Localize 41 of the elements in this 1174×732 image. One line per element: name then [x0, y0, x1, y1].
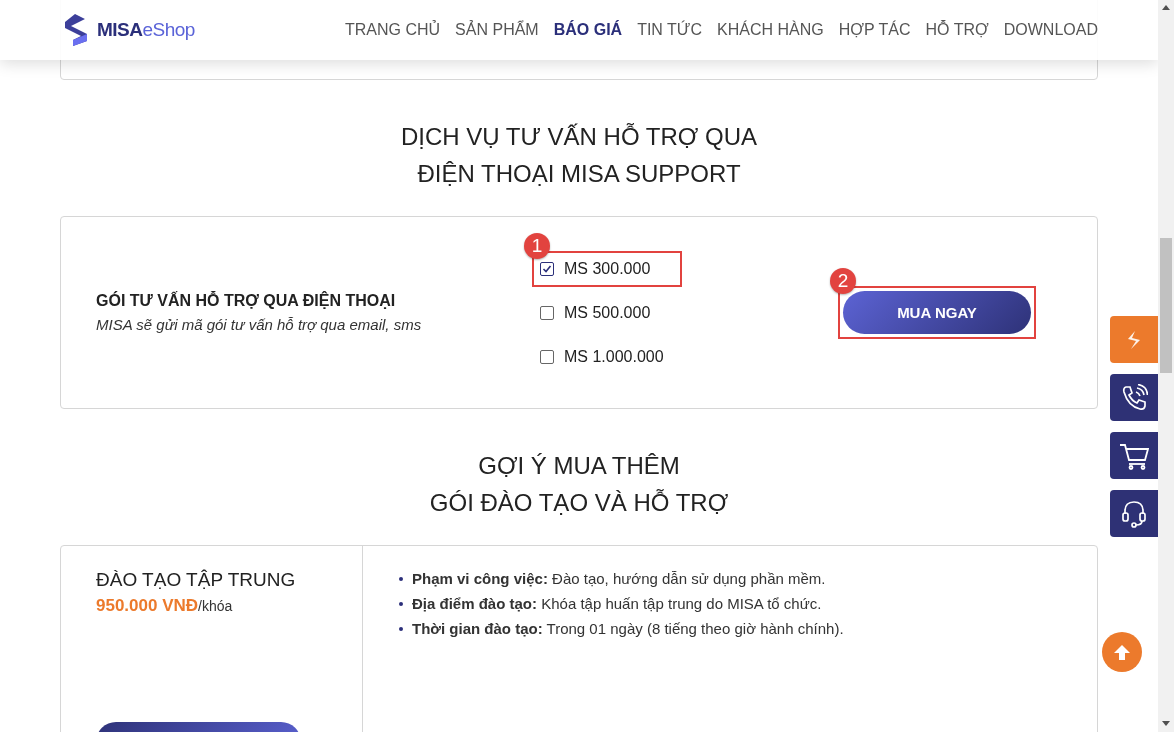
nav-link[interactable]: TRANG CHỦ [345, 21, 441, 39]
support-button[interactable] [1110, 490, 1158, 537]
nav-link[interactable]: TIN TỨC [637, 21, 703, 39]
cart-button[interactable] [1110, 432, 1158, 479]
detail-text: Phạm vi công việc: Đào tạo, hướng dẫn sử dụng phần mềm. [412, 569, 826, 589]
option-label[interactable]: MS 1.000.000 [564, 347, 664, 366]
step-badge: 2 [830, 268, 856, 294]
price-unit: /khóa [198, 598, 233, 614]
option-label[interactable]: MS 500.000 [564, 303, 651, 322]
checkbox[interactable] [540, 349, 554, 364]
scroll-down-icon[interactable] [1162, 721, 1170, 726]
logo-text[interactable]: MISAeShop [97, 19, 195, 41]
bullet-icon [399, 601, 403, 606]
section-title: GỢI Ý MUA THÊM GÓI ĐÀO TẠO VÀ HỖ TRỢ [429, 451, 729, 518]
detail-text: Thời gian đào tạo: Trong 01 ngày (8 tiếng theo giờ hành chính). [412, 619, 844, 639]
checkbox[interactable] [540, 261, 554, 276]
scrollbar-thumb[interactable] [1160, 238, 1172, 373]
phone-icon [1120, 383, 1148, 412]
bullet-icon [399, 576, 403, 581]
headset-icon [1121, 499, 1147, 528]
nav-link[interactable]: DOWNLOAD [1003, 21, 1098, 39]
phone-button[interactable] [1110, 374, 1158, 421]
training-title: ĐÀO TẠO TẬP TRUNG [96, 569, 297, 591]
buy-now-button[interactable]: MUA NGAY [843, 291, 1031, 334]
step-badge: 1 [524, 232, 550, 259]
nav-link[interactable]: BÁO GIÁ [553, 21, 623, 39]
arrow-up-icon [1114, 644, 1130, 660]
scroll-to-top-button[interactable] [1102, 632, 1142, 672]
training-price: 950.000 VNĐ [96, 596, 199, 615]
nav-link[interactable]: HỖ TRỢ [925, 21, 989, 39]
detail-text: Địa điểm đào tạo: Khóa tập huấn tập trung do MISA tổ chức. [412, 594, 822, 614]
checkbox[interactable] [540, 305, 554, 320]
bullet-icon [399, 626, 403, 631]
nav-link[interactable]: HỢP TÁC [838, 21, 911, 39]
package-title: GÓI TƯ VẤN HỖ TRỢ QUA ĐIỆN THOẠI [96, 292, 397, 310]
scroll-up-icon[interactable] [1162, 5, 1170, 10]
cart-icon [1119, 441, 1149, 470]
nav-link[interactable]: SẢN PHẨM [455, 21, 539, 39]
section-title: DỊCH VỤ TƯ VẤN HỖ TRỢ QUA ĐIỆN THOẠI MISA SUPPORT [400, 122, 758, 189]
nav-link[interactable]: KHÁCH HÀNG [717, 21, 824, 39]
package-note: MISA sẽ gửi mã gói tư vấn hỗ trợ qua email, sms [96, 316, 423, 333]
